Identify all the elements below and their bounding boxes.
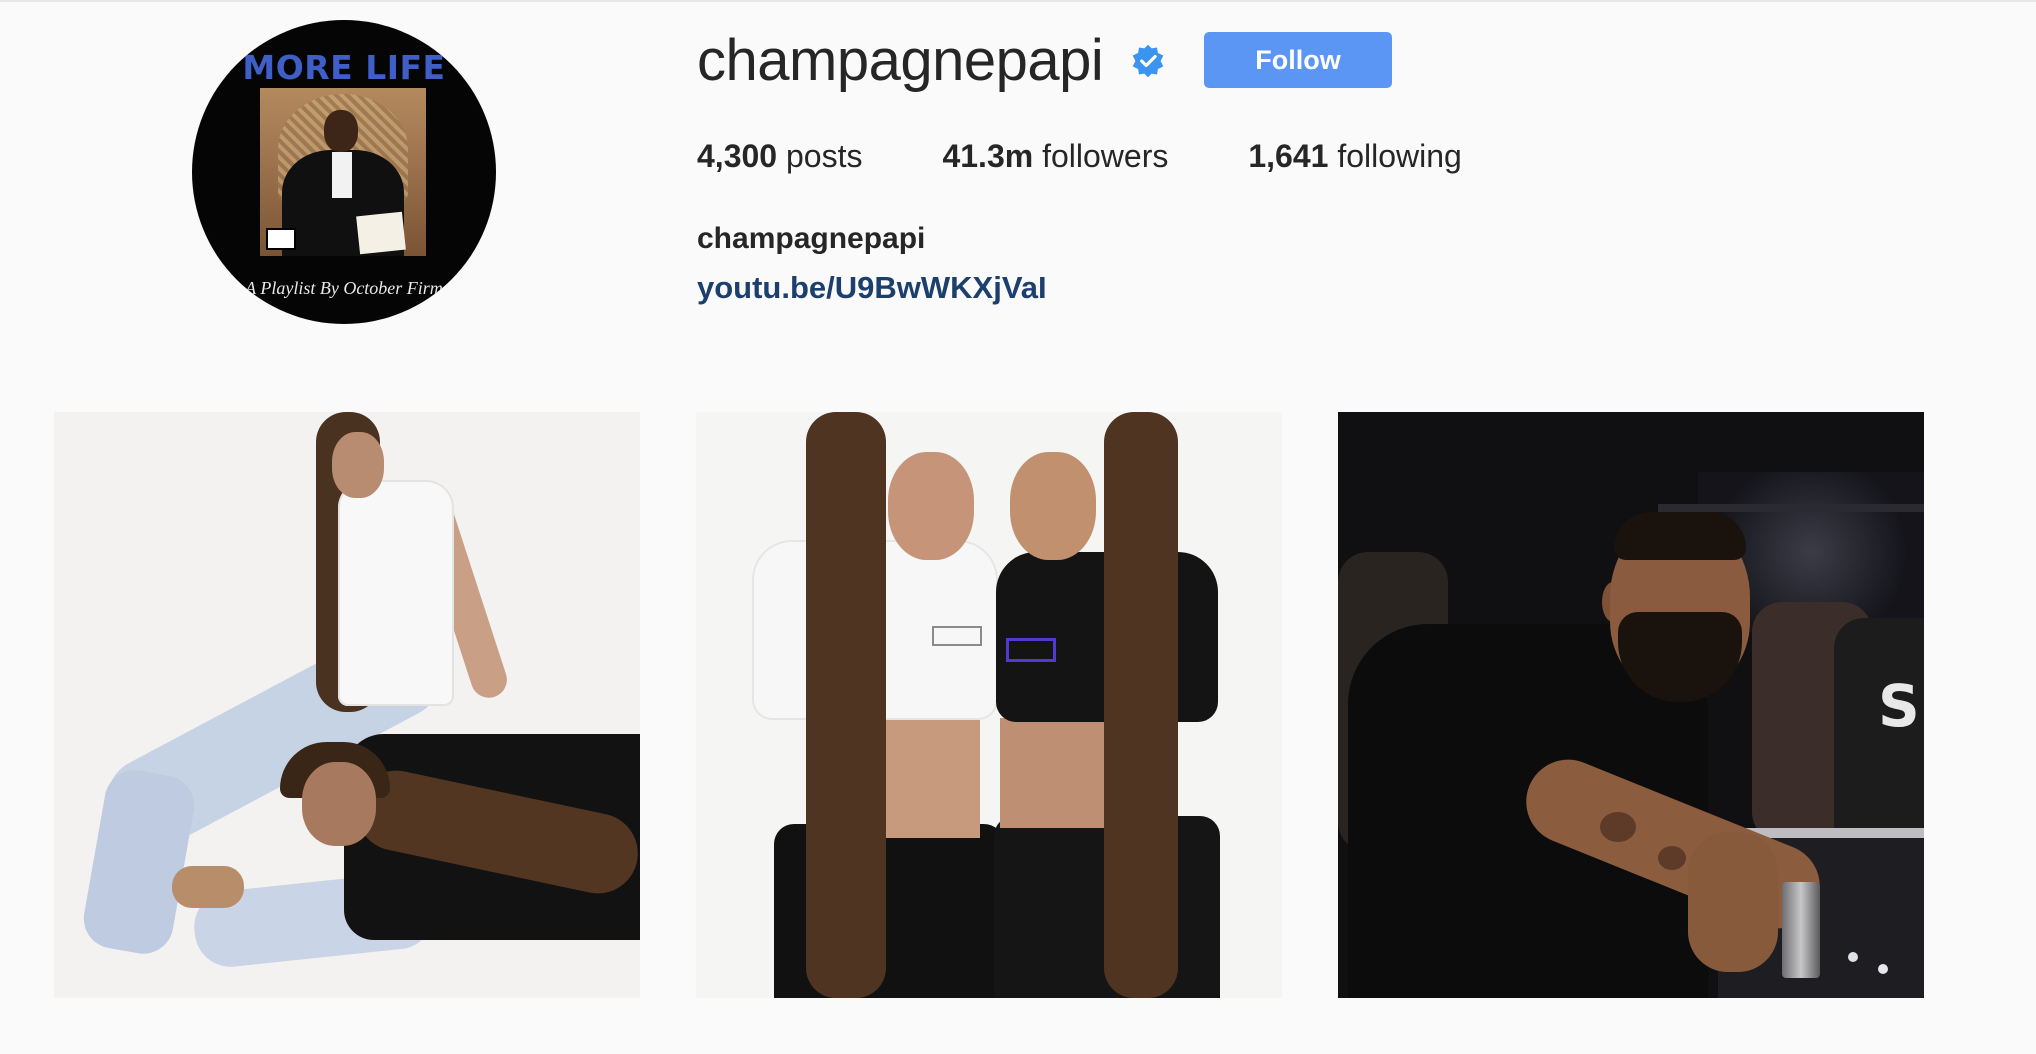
post3-booth-light-2 [1878,964,1888,974]
post2-logo-right [1006,638,1056,662]
post3-jacket-letter: S [1878,672,1920,740]
post3-booth-light [1848,952,1858,962]
post2-logo-left [932,626,982,646]
post3-forearm [1688,832,1778,972]
followers-stat[interactable]: 41.3m followers [942,138,1168,175]
post3-shelf [1658,504,1924,512]
post3-hair [1614,512,1746,560]
followers-label: followers [1042,138,1169,174]
post1-shoe [172,866,244,908]
posts-count: 4,300 [697,138,778,174]
post2-face-left [888,452,974,560]
profile-page: MORE LIFE A Playlist By October Firm cha… [0,0,2036,1054]
avatar-album-photo [260,88,426,256]
avatar-album-subtitle: A Playlist By October Firm [245,278,443,298]
post2-face-right [1010,452,1096,560]
post3-tattoo-small [1658,846,1686,870]
follow-button[interactable]: Follow [1204,32,1392,88]
followers-count: 41.3m [942,138,1034,174]
bio-link[interactable]: youtu.be/U9BwWKXjVaI [697,270,1047,306]
post2-hair-left [806,412,886,998]
post2-hair-right [1104,412,1178,998]
album-figure-head [324,110,358,152]
following-stat[interactable]: 1,641 following [1248,138,1461,175]
post1-jeans-leg [79,765,199,959]
post-thumbnail-1[interactable] [54,412,640,998]
avatar-album-title: MORE LIFE [242,48,446,87]
verified-badge-icon [1132,44,1164,78]
post3-tattoo [1600,812,1636,842]
post1-white-top [338,480,454,706]
post1-face-lower [302,762,376,846]
post1-face [332,432,384,498]
post3-metal-cup [1782,882,1820,978]
album-paper [356,211,406,255]
post-thumbnail-3[interactable]: S [1338,412,1924,998]
following-count: 1,641 [1248,138,1329,174]
album-figure-shirt [332,152,352,198]
top-divider [0,0,2036,2]
post-thumbnail-2[interactable] [696,412,1282,998]
following-label: following [1337,138,1462,174]
profile-username: champagnepapi [697,28,1104,93]
profile-avatar[interactable]: MORE LIFE A Playlist By October Firm [192,20,496,324]
profile-full-name: champagnepapi [697,222,926,255]
profile-stats: 4,300 posts 41.3m followers 1,641 follow… [697,138,1462,175]
posts-stat[interactable]: 4,300 posts [697,138,862,175]
parental-advisory-label [266,228,296,250]
posts-label: posts [785,138,863,174]
